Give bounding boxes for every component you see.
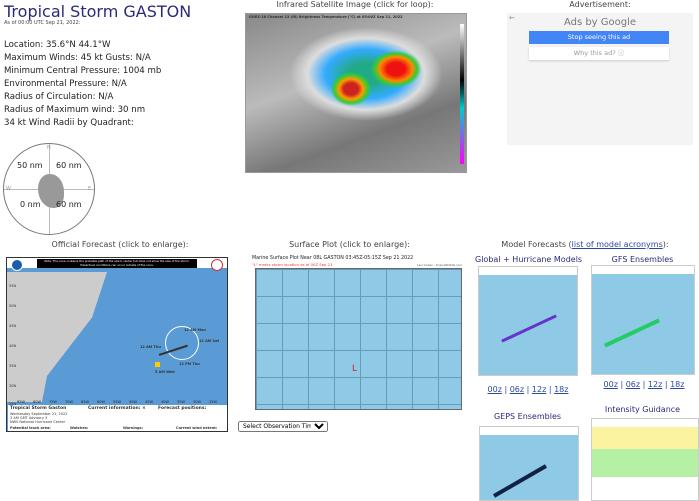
wind-radii-diagram: N W E 50 nm 60 nm 0 nm 60 nm [3,143,95,235]
model-forecasts-caption: Model Forecasts (list of model acronyms)… [501,240,669,249]
legend-warnings: Warnings: [123,426,143,430]
official-forecast-image[interactable]: Note: The cone contains the probable pat… [6,257,228,432]
nws-logo-icon [211,259,223,271]
global-cycle-links: 00z | 06z | 12z | 18z [487,385,569,394]
surface-plot-caption: Surface Plot (click to enlarge): [289,240,410,249]
cycle-12z[interactable]: 12z [648,380,662,389]
noaa-logo-icon [11,259,23,271]
storm-env-pressure: Environmental Pressure: N/A [4,79,127,89]
label-12pm-thu: 12 PM Thu [179,362,200,366]
ad-panel: ← Ads by Google Stop seeing this ad Why … [507,13,693,145]
satellite-image[interactable]: GOES-16 Channel 13 (IR) Brightness Tempe… [245,13,467,173]
intensity-guidance-title: Intensity Guidance [604,405,681,414]
cycle-06z[interactable]: 06z [510,385,524,394]
model-acronyms-link[interactable]: list of model acronyms [572,240,663,249]
legend-watches: Watches: [70,426,89,430]
global-models-image[interactable] [478,266,578,376]
cycle-18z[interactable]: 18z [554,385,568,394]
cycle-00z[interactable]: 00z [488,385,502,394]
legend-wind-extent: Current wind extent: [176,426,218,430]
compass-n: N [47,145,51,151]
intensity-guidance-image[interactable] [591,418,699,501]
legend-title: Tropical Storm Gaston [10,406,67,411]
geps-ensembles-image[interactable] [479,426,579,501]
radius-sw: 0 nm [20,200,41,209]
legend-track: Potential track area: [10,426,51,430]
radius-ne: 60 nm [56,161,82,170]
why-this-ad-button[interactable]: Why this ad? ⓘ [529,47,669,60]
lon-labels: 85W 80W 75W 70W 65W 60W 55W 50W 45W 40W 35W 30W 25W [17,400,217,404]
cycle-00z[interactable]: 00z [604,380,618,389]
radius-se: 60 nm [56,200,82,209]
cycle-12z[interactable]: 12z [532,385,546,394]
gfs-ensembles-image[interactable] [591,265,695,375]
surface-subtitle: "L" marks storm location as of 00Z Sep 2… [252,262,333,267]
legend-nhc: NWS National Hurricane Center [10,420,66,424]
surface-plot-image[interactable]: Marine Surface Plot Near 08L GASTON 03:4… [252,256,462,418]
observation-time-select[interactable]: Select Observation Time... [238,421,328,432]
label-12am-mon: 12 AM Mon [184,328,206,332]
legend-current: Current information: × [88,406,146,411]
label-12am-sat: 12 AM Sat [199,339,220,343]
gfs-ensembles-title: GFS Ensembles [611,255,674,264]
global-models-title: Global + Hurricane Models [475,255,583,264]
official-forecast-caption: Official Forecast (click to enlarge): [51,240,189,249]
cone-note: Note: The cone contains the probable pat… [37,259,197,268]
as-of-timestamp: As of 00:00 UTC Sep 21, 2022: [4,20,81,26]
surface-title: Marine Surface Plot Near 08L GASTON 03:4… [252,256,414,261]
storm-wind-radii-label: 34 kt Wind Radii by Quadrant: [4,118,134,128]
satellite-caption: Infrared Satellite Image (click for loop… [276,0,434,9]
land-area [7,272,107,402]
ads-by-google: Ads by Google [563,17,637,28]
radius-nw: 50 nm [17,161,43,170]
surface-map [255,268,462,410]
storm-radius-circulation: Radius of Circulation: N/A [4,92,114,102]
storm-max-winds: Maximum Winds: 45 kt Gusts: N/A [4,53,151,63]
storm-location: Location: 35.6°N 44.1°W [4,40,111,50]
storm-radius-max-wind: Radius of Maximum wind: 30 nm [4,105,146,115]
gfs-cycle-links: 00z | 06z | 12z | 18z [603,380,685,389]
surface-credit: Levi Cowan - tropicaltidbits.com [417,263,462,267]
storm-pressure: Minimum Central Pressure: 1004 mb [4,66,162,76]
storm-location-marker: L [352,364,358,374]
compass-e: E [88,186,92,192]
satellite-header: GOES-16 Channel 13 (IR) Brightness Tempe… [249,15,403,19]
cycle-06z[interactable]: 06z [626,380,640,389]
legend-forecast: Forecast positions: [158,406,207,411]
stop-seeing-ad-button[interactable]: Stop seeing this ad [529,31,669,44]
compass-w: W [6,186,11,192]
geps-ensembles-title: GEPS Ensembles [493,412,562,421]
storm-title: Tropical Storm GASTON [4,2,192,21]
cycle-18z[interactable]: 18z [670,380,684,389]
ad-caption: Advertisement: [569,0,631,9]
label-12am-thu: 12 AM Thu [140,345,161,349]
label-3am-wed: 3 AM Wed [155,370,175,374]
